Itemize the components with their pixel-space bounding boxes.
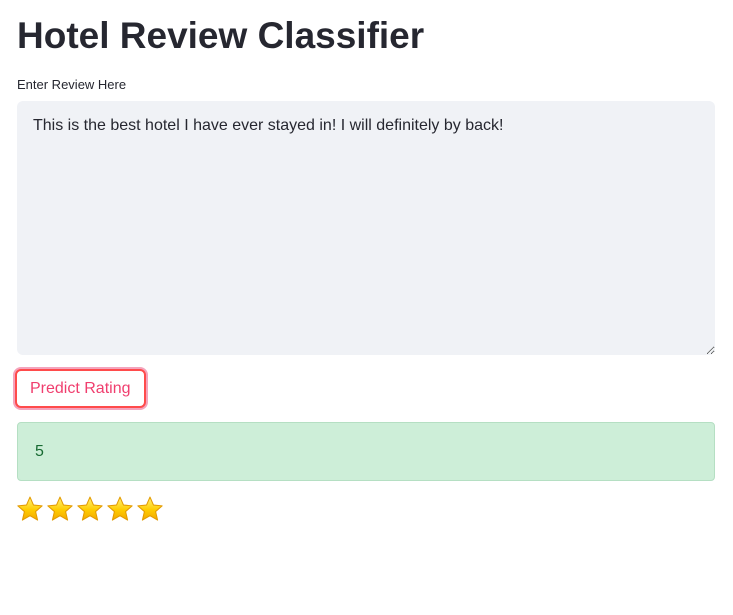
app-root: Hotel Review Classifier Enter Review Her… [0,0,733,615]
page-title: Hotel Review Classifier [17,15,425,56]
review-text-area[interactable]: This is the best hotel I have ever staye… [17,101,715,355]
predicted-rating-value: 5 [35,442,44,460]
star-icon [17,496,43,521]
predict-rating-button[interactable]: Predict Rating [15,369,146,408]
star-icon [107,496,133,521]
star-icon [47,496,73,521]
star-icon [137,496,163,521]
star-rating-display [16,495,164,523]
review-input-label: Enter Review Here [17,77,127,92]
star-icon [77,496,103,521]
prediction-result-box: 5 [17,422,715,481]
